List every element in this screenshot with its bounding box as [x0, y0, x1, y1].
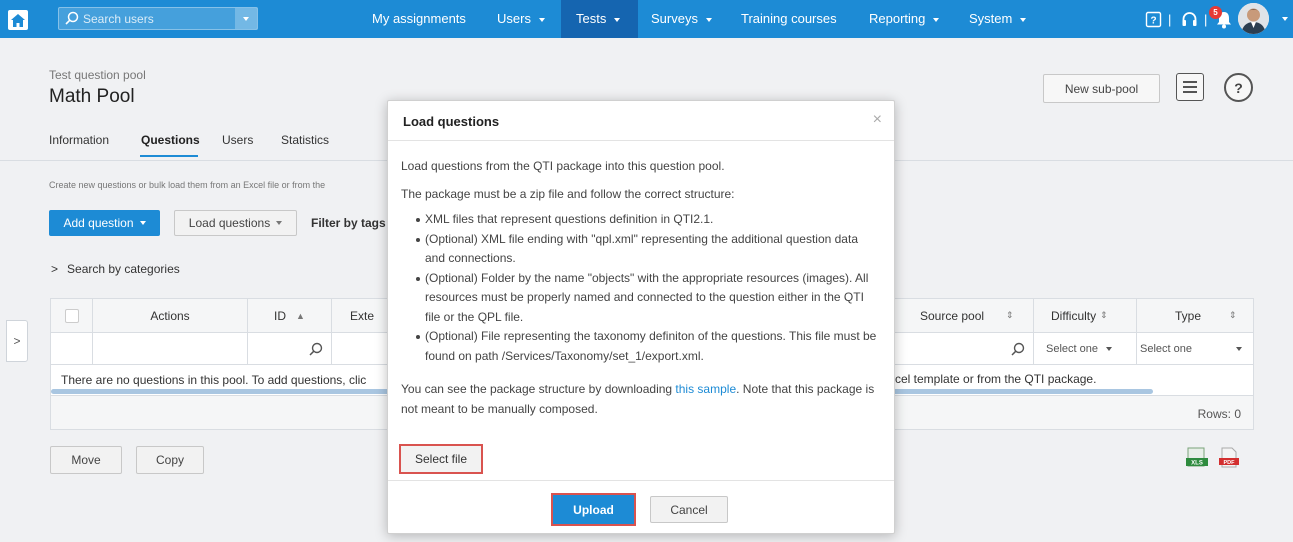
- svg-text:?: ?: [1150, 15, 1156, 26]
- sample-text: You can see the package structure by dow…: [401, 380, 881, 419]
- chevron-down-icon: [933, 17, 940, 22]
- nav-tests[interactable]: Tests: [561, 0, 638, 38]
- list-item: XML files that represent questions defin…: [416, 210, 881, 230]
- nav-users[interactable]: Users: [497, 0, 545, 38]
- requirements-list: XML files that represent questions defin…: [401, 210, 881, 366]
- chevron-down-icon: [538, 17, 545, 22]
- nav-label: Tests: [576, 11, 607, 26]
- chevron-down-icon: [705, 17, 712, 22]
- nav-label: Reporting: [869, 11, 926, 26]
- chevron-down-icon[interactable]: [1282, 17, 1288, 21]
- list-item: (Optional) XML file ending with "qpl.xml…: [416, 230, 881, 269]
- nav-reporting[interactable]: Reporting: [869, 0, 940, 38]
- chevron-down-icon: [1020, 17, 1027, 22]
- dialog-structure: The package must be a zip file and follo…: [401, 186, 735, 201]
- nav-my-assignments[interactable]: My assignments: [372, 0, 466, 38]
- notification-badge: 5: [1209, 6, 1222, 19]
- user-avatar[interactable]: [1238, 3, 1269, 34]
- sample-link[interactable]: this sample: [675, 382, 736, 396]
- user-search: [58, 7, 258, 30]
- upload-button[interactable]: Upload: [551, 493, 636, 526]
- nav-label: System: [969, 11, 1013, 26]
- nav-label: Surveys: [651, 11, 698, 26]
- button-label: Upload: [573, 502, 614, 517]
- support-button[interactable]: [1180, 10, 1198, 28]
- help-book-button[interactable]: ?: [1144, 10, 1162, 28]
- dialog-intro: Load questions from the QTI package into…: [401, 159, 725, 173]
- help-book-icon: ?: [1145, 11, 1161, 27]
- button-label: Cancel: [670, 502, 708, 517]
- list-item: (Optional) Folder by the name "objects" …: [416, 269, 881, 328]
- top-navbar: My assignments Users Tests Surveys Train…: [0, 0, 1293, 38]
- dialog-title: Load questions: [403, 114, 500, 129]
- dialog-body: Load questions from the QTI package into…: [401, 157, 881, 427]
- home-icon: [11, 13, 25, 27]
- nav-separator: |: [1168, 12, 1172, 27]
- nav-label: Users: [497, 11, 531, 26]
- nav-label: Training courses: [741, 11, 837, 26]
- nav-system[interactable]: System: [969, 0, 1027, 38]
- nav-training-courses[interactable]: Training courses: [741, 0, 837, 38]
- dialog-header: Load questions ×: [388, 101, 894, 141]
- search-input[interactable]: [83, 10, 233, 28]
- search-icon: [65, 11, 79, 25]
- close-icon[interactable]: ×: [873, 111, 882, 129]
- avatar-image: [1238, 3, 1269, 34]
- nav-surveys[interactable]: Surveys: [651, 0, 712, 38]
- nav-label: My assignments: [372, 11, 466, 26]
- chevron-down-icon: [614, 17, 621, 22]
- cancel-button[interactable]: Cancel: [650, 496, 728, 523]
- search-dropdown-button[interactable]: [235, 8, 257, 29]
- headset-icon: [1182, 11, 1196, 26]
- select-file-button[interactable]: Select file: [399, 444, 483, 474]
- list-item: (Optional) File representing the taxonom…: [416, 327, 881, 366]
- load-questions-dialog: Load questions × Load questions from the…: [387, 100, 895, 534]
- home-button[interactable]: [8, 10, 28, 30]
- dialog-footer: Upload Cancel: [388, 480, 894, 534]
- nav-separator-2: |: [1204, 12, 1208, 27]
- button-label: Select file: [414, 452, 468, 466]
- sample-prefix: You can see the package structure by dow…: [401, 382, 676, 396]
- chevron-down-icon: [243, 16, 249, 21]
